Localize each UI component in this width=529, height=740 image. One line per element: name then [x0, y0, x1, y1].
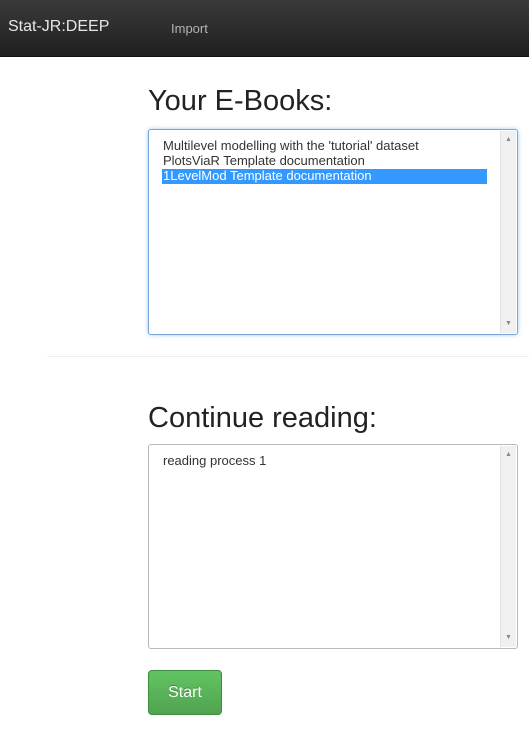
reading-listbox[interactable]: reading process 1 ▲ ▼: [148, 444, 518, 649]
triangle-down-icon[interactable]: ▼: [501, 631, 516, 645]
reading-scrollbar[interactable]: ▲ ▼: [500, 446, 516, 647]
ebook-option[interactable]: PlotsViaR Template documentation: [162, 154, 487, 169]
ebooks-heading: Your E-Books:: [148, 85, 333, 117]
continue-reading-heading: Continue reading:: [148, 402, 377, 434]
reading-options: reading process 1: [162, 454, 487, 469]
ebook-option-selected[interactable]: 1LevelMod Template documentation: [162, 169, 487, 184]
nav-import-link[interactable]: Import: [171, 21, 208, 36]
start-button[interactable]: Start: [148, 670, 222, 715]
triangle-up-icon[interactable]: ▲: [501, 133, 516, 147]
reading-option[interactable]: reading process 1: [162, 454, 487, 469]
brand-link[interactable]: Stat-JR:DEEP: [8, 18, 109, 36]
section-divider: [47, 356, 529, 357]
triangle-down-icon[interactable]: ▼: [501, 317, 516, 331]
ebooks-options: Multilevel modelling with the 'tutorial'…: [162, 139, 487, 184]
triangle-up-icon[interactable]: ▲: [501, 448, 516, 462]
ebooks-listbox[interactable]: Multilevel modelling with the 'tutorial'…: [148, 129, 518, 335]
ebook-option[interactable]: Multilevel modelling with the 'tutorial'…: [162, 139, 487, 154]
ebooks-scrollbar[interactable]: ▲ ▼: [500, 131, 516, 333]
top-navbar: Stat-JR:DEEP Import: [0, 0, 529, 57]
